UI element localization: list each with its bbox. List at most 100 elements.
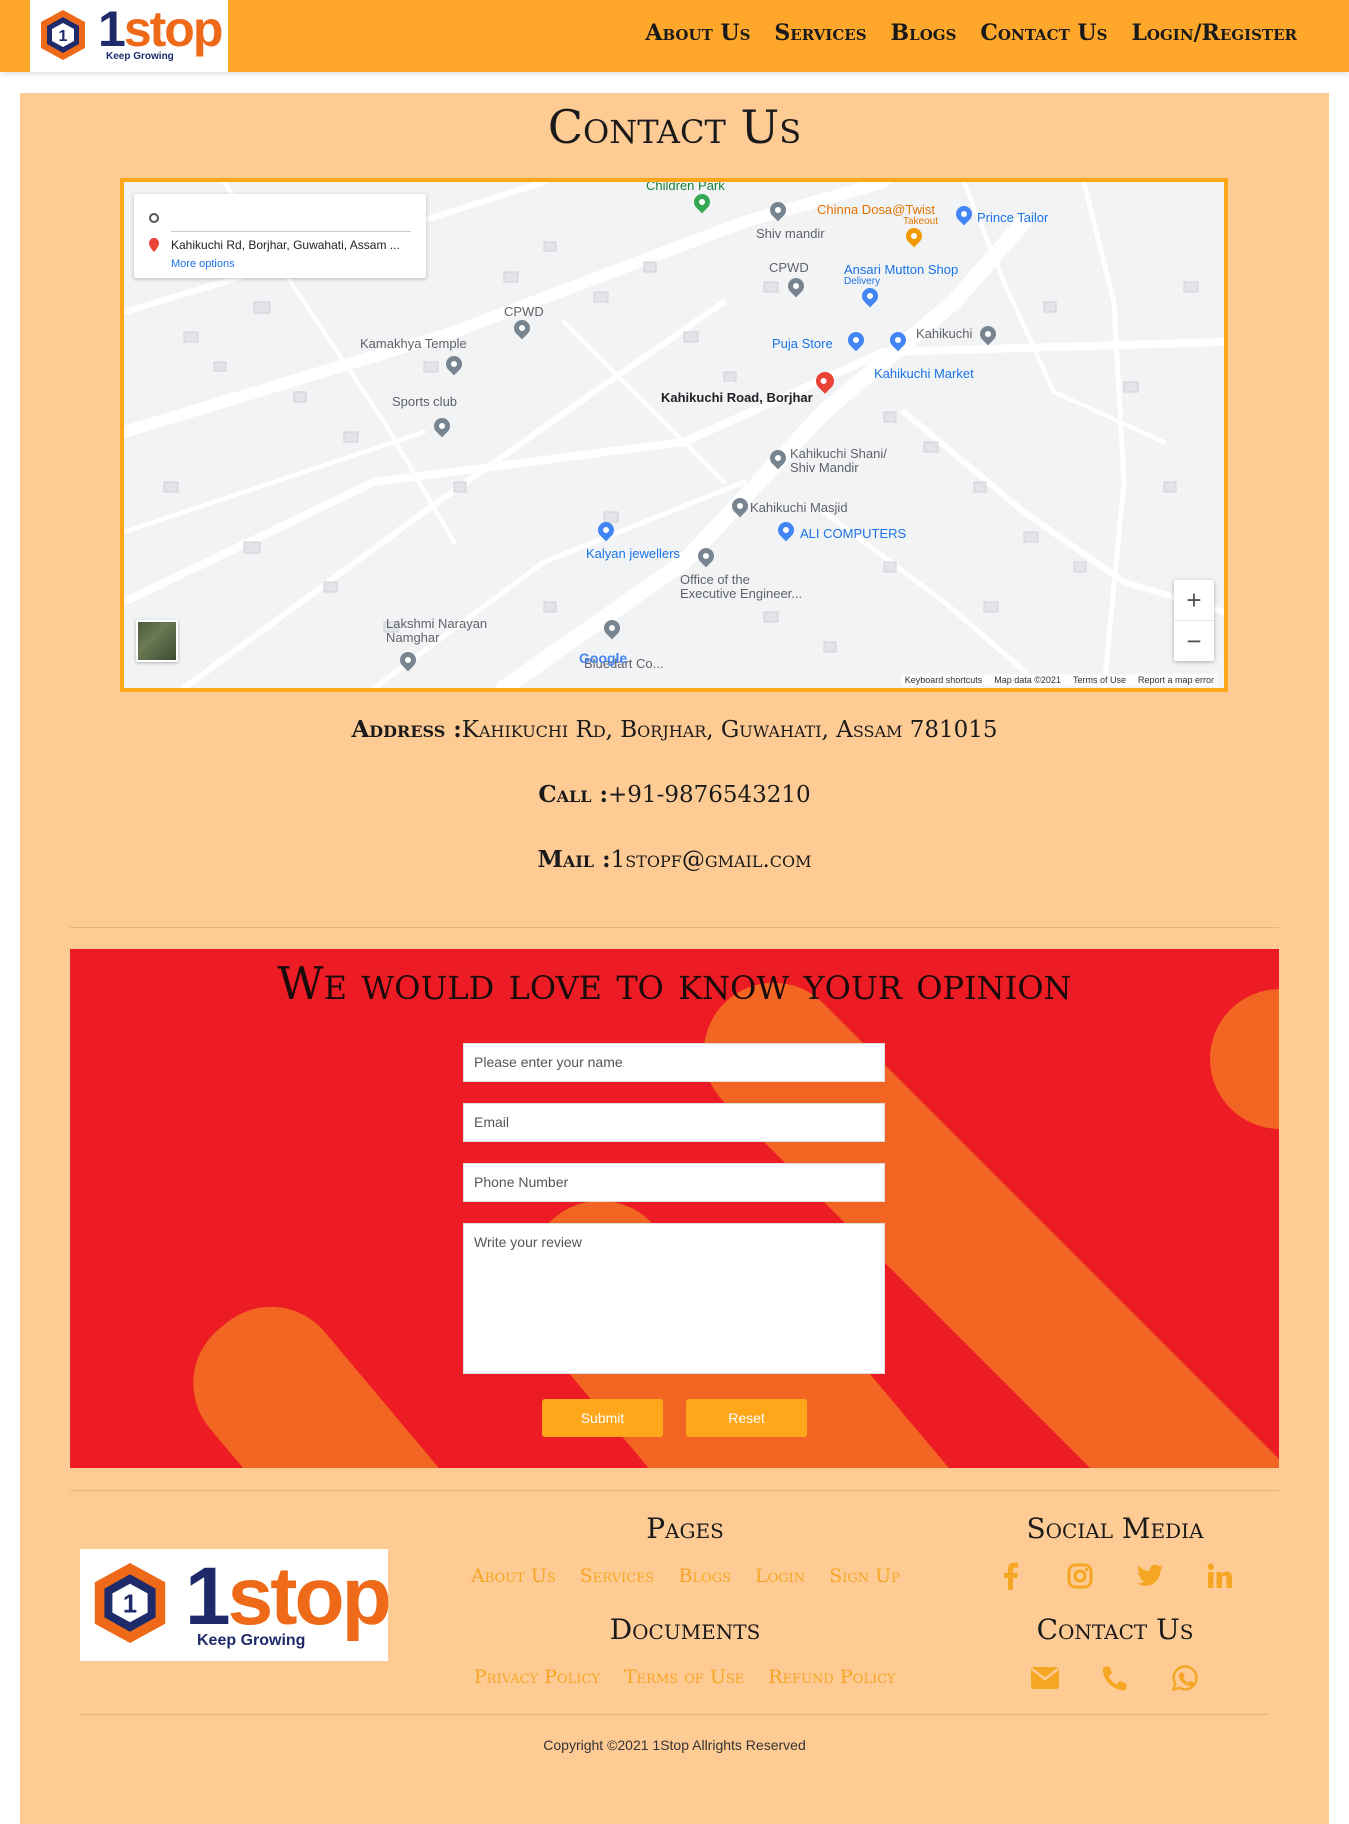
footer-logo-text: 1stop <box>185 1551 392 1642</box>
report-error-link[interactable]: Report a map error <box>1138 675 1214 685</box>
map-zoom-control: + − <box>1174 580 1214 661</box>
logo-text: 1stop <box>98 1 223 57</box>
address-label: Address : <box>351 716 462 743</box>
main-nav: About Us Services Blogs Contact Us Login… <box>645 20 1297 46</box>
copyright-text: Copyright ©2021 1Stop Allrights Reserved <box>543 1737 806 1753</box>
call-line: Call :+91-9876543210 <box>0 781 1349 808</box>
map-data-text: Map data ©2021 <box>994 675 1061 685</box>
phone-input[interactable]: Phone Number <box>463 1163 885 1202</box>
feedback-title: We would love to know your opinion <box>277 957 1072 1010</box>
map-label: Delivery <box>844 276 881 287</box>
map-label: Shiv Mandir <box>790 460 859 475</box>
contact-icons <box>1030 1663 1200 1693</box>
address-value: Kahikuchi Rd, Borjhar, Guwahati, Assam 7… <box>461 717 998 743</box>
map-label: Children Park <box>646 178 725 193</box>
footer-divider <box>80 1714 1269 1715</box>
call-value[interactable]: +91-9876543210 <box>608 782 811 808</box>
map-pin-label: Kahikuchi Road, Borjhar <box>661 390 813 405</box>
zoom-in-button[interactable]: + <box>1174 580 1214 620</box>
pages-links: About Us Services Blogs Login Sign Up <box>471 1565 900 1587</box>
whatsapp-icon[interactable] <box>1170 1663 1200 1693</box>
map-label: Kamakhya Temple <box>360 336 467 351</box>
mail-icon[interactable] <box>1030 1663 1060 1693</box>
footer-link-about-us[interactable]: About Us <box>471 1565 556 1587</box>
zoom-out-button[interactable]: − <box>1174 621 1214 661</box>
page-title: Contact Us <box>547 100 802 154</box>
nav-about-us[interactable]: About Us <box>645 20 750 46</box>
map-label: Shiv mandir <box>756 226 825 241</box>
instagram-icon[interactable] <box>1065 1561 1095 1591</box>
documents-heading: Documents <box>609 1613 761 1646</box>
footer-link-blogs[interactable]: Blogs <box>678 1565 731 1587</box>
logo-hexagon-icon: 1 <box>94 1563 166 1643</box>
card-divider <box>171 231 411 232</box>
email-input[interactable]: Email <box>463 1103 885 1142</box>
contact-heading: Contact Us <box>1036 1613 1194 1646</box>
nav-contact-us[interactable]: Contact Us <box>980 20 1107 46</box>
nav-login-register[interactable]: Login/Register <box>1131 20 1297 46</box>
map-label: Kahikuchi Masjid <box>750 500 848 515</box>
address-line: Address :Kahikuchi Rd, Borjhar, Guwahati… <box>0 716 1349 743</box>
map-label: Takeout <box>903 216 939 227</box>
svg-text:1: 1 <box>123 1591 137 1619</box>
google-logo: Google <box>579 650 628 666</box>
nav-services[interactable]: Services <box>774 20 866 46</box>
logo-hexagon-icon: 1 <box>41 10 85 60</box>
map-label: Kahikuchi <box>916 326 973 341</box>
footer-link-terms-of-use[interactable]: Terms of Use <box>624 1666 744 1688</box>
call-label: Call : <box>538 781 609 808</box>
map-label: Chinna Dosa@Twist <box>817 202 935 217</box>
decor-blob <box>1210 989 1279 1129</box>
decor-blob <box>164 1278 486 1468</box>
map-label: Prince Tailor <box>977 210 1049 225</box>
footer-logo-tagline: Keep Growing <box>197 1632 306 1649</box>
keyboard-shortcuts-link[interactable]: Keyboard shortcuts <box>905 675 983 685</box>
footer-link-refund-policy[interactable]: Refund Policy <box>768 1666 895 1688</box>
twitter-icon[interactable] <box>1135 1561 1165 1591</box>
map-label: Ansari Mutton Shop <box>844 262 959 277</box>
feedback-section: We would love to know your opinion Pleas… <box>70 949 1279 1468</box>
footer-logo[interactable]: 1 1stop Keep Growing <box>80 1549 392 1661</box>
map-label: ALI COMPUTERS <box>800 526 907 541</box>
section-divider <box>70 1490 1279 1491</box>
map-label: CPWD <box>504 304 544 319</box>
site-logo[interactable]: 1 1stop Keep Growing <box>30 0 228 72</box>
map-label: Puja Store <box>772 336 833 351</box>
section-divider <box>70 927 1279 928</box>
mail-value[interactable]: 1stopf@gmail.com <box>611 847 812 873</box>
embedded-map[interactable]: Kahikuchi Rd, Borjhar, Guwahati, Assam .… <box>120 178 1228 692</box>
pages-heading: Pages <box>646 1512 724 1545</box>
map-label: Kalyan jewellers <box>586 546 680 561</box>
map-card-address: Kahikuchi Rd, Borjhar, Guwahati, Assam .… <box>171 238 400 252</box>
social-media-heading: Social Media <box>1026 1512 1204 1545</box>
map-label: Kahikuchi Market <box>874 366 974 381</box>
logo-tagline: Keep Growing <box>106 51 174 62</box>
map-label: Office of the <box>680 572 750 587</box>
nav-blogs[interactable]: Blogs <box>891 20 957 46</box>
linkedin-icon[interactable] <box>1205 1561 1235 1591</box>
route-marker-icon <box>149 213 159 252</box>
map-attribution: Keyboard shortcuts Map data ©2021 Terms … <box>900 674 1218 686</box>
footer-link-services[interactable]: Services <box>580 1565 655 1587</box>
footer-link-privacy-policy[interactable]: Privacy Policy <box>474 1666 600 1688</box>
map-label: CPWD <box>769 260 809 275</box>
map-more-options-link[interactable]: More options <box>171 258 235 270</box>
submit-button[interactable]: Submit <box>542 1399 663 1437</box>
terms-of-use-link[interactable]: Terms of Use <box>1073 675 1126 685</box>
map-directions-card[interactable]: Kahikuchi Rd, Borjhar, Guwahati, Assam .… <box>134 194 426 278</box>
map-label: Kahikuchi Shani/ <box>790 446 887 461</box>
footer-link-sign-up[interactable]: Sign Up <box>829 1565 900 1587</box>
map-label: Sports club <box>392 394 458 409</box>
review-textarea[interactable]: Write your review <box>463 1223 885 1374</box>
footer-link-login[interactable]: Login <box>755 1565 805 1587</box>
facebook-icon[interactable] <box>995 1561 1025 1591</box>
svg-text:1: 1 <box>59 28 68 45</box>
phone-icon[interactable] <box>1100 1663 1130 1693</box>
name-input[interactable]: Please enter your name <box>463 1043 885 1082</box>
map-label: Executive Engineer... <box>680 586 803 601</box>
reset-button[interactable]: Reset <box>686 1399 807 1437</box>
satellite-toggle[interactable] <box>136 620 178 662</box>
social-icons <box>995 1561 1235 1591</box>
map-label: Lakshmi Narayan <box>386 616 488 631</box>
site-header: 1 1stop Keep Growing About Us Services B… <box>0 0 1349 72</box>
